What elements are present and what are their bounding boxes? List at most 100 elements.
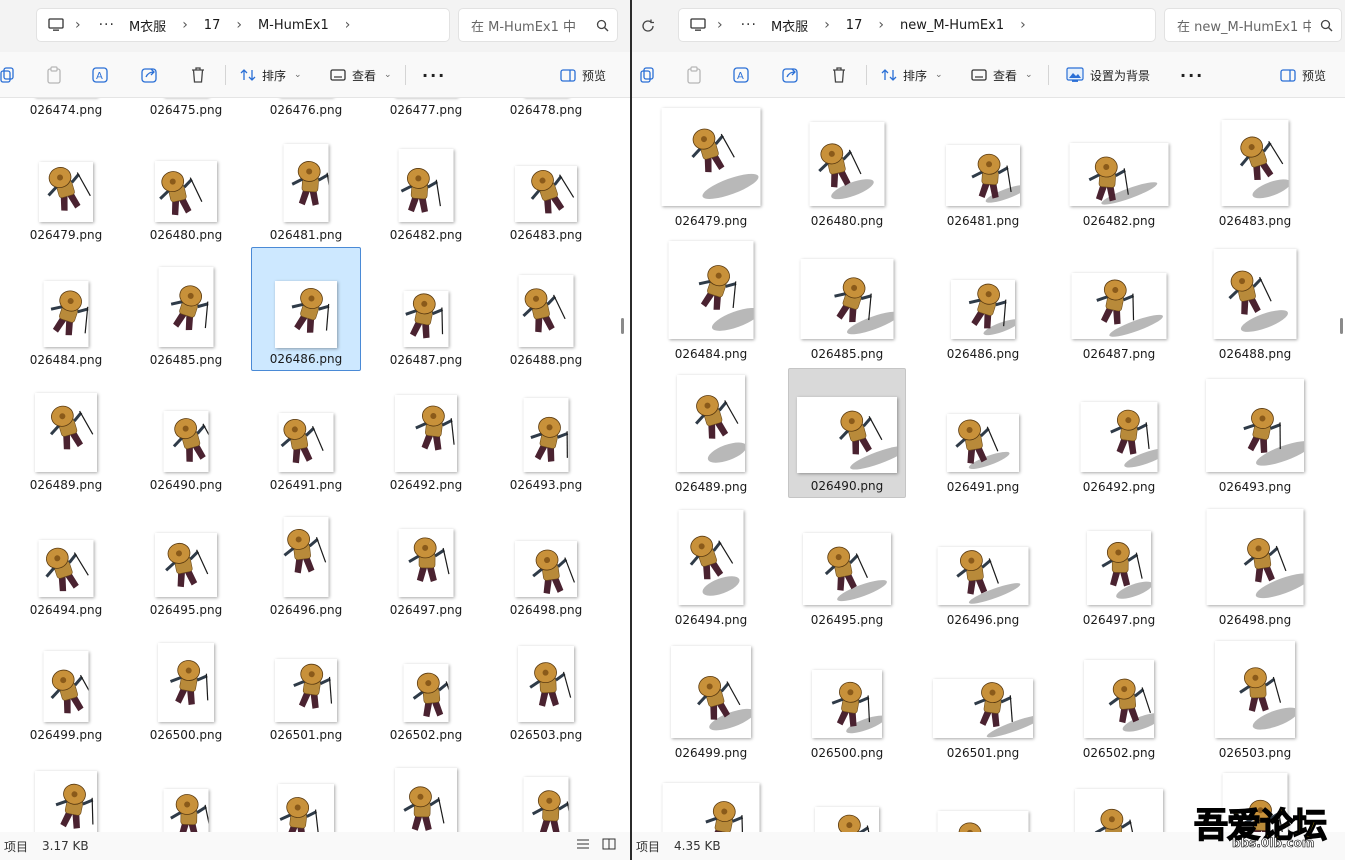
set-as-background-button[interactable]: 设置为背景 [1066,61,1150,89]
file-item[interactable]: 026494.png [652,501,770,631]
search-icon[interactable] [587,19,617,32]
sort-button[interactable]: 排序 ⌄ [240,61,302,89]
file-item[interactable]: 026497.png [1060,501,1178,631]
file-item[interactable]: 026491.png [924,368,1042,498]
more-options-icon[interactable]: ··· [422,61,446,89]
preview-pane-button[interactable]: 预览 [1280,61,1326,89]
file-item[interactable]: 026502.png [1060,634,1178,764]
file-item[interactable]: 026481.png [924,102,1042,232]
file-item[interactable]: 026501.png [924,634,1042,764]
file-item[interactable]: 026482.png [371,122,481,246]
file-item[interactable] [1060,767,1178,832]
file-item[interactable]: 026488.png [491,247,601,371]
file-item[interactable]: 026499.png [652,634,770,764]
file-item[interactable]: 026489.png [11,372,121,496]
file-item[interactable]: 026480.png [131,122,241,246]
file-item[interactable]: 026482.png [1060,102,1178,232]
file-item[interactable]: 026487.png [1060,235,1178,365]
paste-icon[interactable] [686,61,702,89]
chevron-right-icon[interactable]: › [707,17,733,33]
more-locations-icon[interactable]: ··· [91,17,123,33]
file-item[interactable]: 026487.png [371,247,481,371]
file-item[interactable]: 026475.png [131,98,241,121]
chevron-right-icon[interactable]: › [226,17,252,33]
file-item[interactable]: 026486.png [251,247,361,371]
this-pc-icon[interactable] [689,17,707,33]
breadcrumb-parent[interactable]: M衣服 [123,16,172,35]
search-input[interactable]: 在 new_M-HumEx1 中 [1164,8,1342,42]
file-item[interactable] [371,747,481,832]
vertical-scrollbar[interactable] [1340,318,1343,334]
copy-icon[interactable] [640,61,654,89]
file-item[interactable]: 026479.png [11,122,121,246]
this-pc-icon[interactable] [47,17,65,33]
paste-icon[interactable] [46,61,62,89]
file-item[interactable]: 026488.png [1196,235,1314,365]
share-icon[interactable] [782,61,800,89]
file-item[interactable] [251,747,361,832]
file-item[interactable]: 026492.png [1060,368,1178,498]
breadcrumb-current[interactable]: new_M-HumEx1 [894,18,1010,33]
address-bar[interactable]: › ··· M衣服 › 17 › new_M-HumEx1 › [678,8,1156,42]
copy-icon[interactable] [0,61,14,89]
file-item[interactable]: 026485.png [131,247,241,371]
file-item[interactable]: 026477.png [371,98,481,121]
chevron-right-icon[interactable]: › [172,17,198,33]
file-item[interactable]: 026501.png [251,622,361,746]
view-button[interactable]: 查看 ⌄ [330,61,392,89]
breadcrumb-parent[interactable]: M衣服 [765,16,814,35]
file-item[interactable]: 026483.png [491,122,601,246]
address-bar[interactable]: › ··· M衣服 › 17 › M-HumEx1 › [36,8,450,42]
file-item[interactable] [131,747,241,832]
file-item[interactable]: 026495.png [131,497,241,621]
file-item[interactable]: 026496.png [924,501,1042,631]
file-item[interactable]: 026484.png [652,235,770,365]
file-item[interactable]: 026480.png [788,102,906,232]
tiles-view-icon[interactable] [602,838,616,853]
rename-icon[interactable]: A [733,61,751,89]
file-item[interactable] [924,767,1042,832]
file-item[interactable]: 026503.png [1196,634,1314,764]
file-item[interactable]: 026492.png [371,372,481,496]
file-item[interactable]: 026481.png [251,122,361,246]
file-item[interactable]: 026502.png [371,622,481,746]
file-item[interactable]: 026503.png [491,622,601,746]
file-item[interactable]: 026499.png [11,622,121,746]
file-item[interactable]: 026479.png [652,102,770,232]
file-item[interactable]: 026497.png [371,497,481,621]
file-item[interactable]: 026493.png [491,372,601,496]
file-item[interactable]: 026491.png [251,372,361,496]
preview-pane-button[interactable]: 预览 [560,61,606,89]
rename-icon[interactable]: A [92,61,110,89]
refresh-icon[interactable] [636,14,660,38]
breadcrumb-folder[interactable]: 17 [840,18,869,33]
chevron-right-icon[interactable]: › [868,17,894,33]
file-item[interactable]: 026498.png [491,497,601,621]
view-button[interactable]: 查看 ⌄ [971,61,1033,89]
file-item[interactable]: 026474.png [11,98,121,121]
delete-icon[interactable] [831,61,847,89]
file-item[interactable]: 026496.png [251,497,361,621]
file-item[interactable]: 026478.png [491,98,601,121]
search-input[interactable]: 在 M-HumEx1 中 [458,8,618,42]
file-item[interactable]: 026486.png [924,235,1042,365]
file-item[interactable] [652,767,770,832]
chevron-right-icon[interactable]: › [65,17,91,33]
chevron-right-icon[interactable]: › [335,17,361,33]
share-icon[interactable] [141,61,159,89]
delete-icon[interactable] [190,61,206,89]
file-item[interactable]: 026493.png [1196,368,1314,498]
file-item[interactable]: 026498.png [1196,501,1314,631]
file-item[interactable]: 026490.png [788,368,906,498]
chevron-right-icon[interactable]: › [1010,17,1036,33]
search-icon[interactable] [1311,19,1341,32]
file-item[interactable]: 026484.png [11,247,121,371]
file-item[interactable]: 026494.png [11,497,121,621]
file-item[interactable] [11,747,121,832]
file-item[interactable]: 026500.png [788,634,906,764]
file-item[interactable]: 026476.png [251,98,361,121]
vertical-scrollbar[interactable] [621,318,624,334]
chevron-right-icon[interactable]: › [814,17,840,33]
file-item[interactable] [491,747,601,832]
breadcrumb-folder[interactable]: 17 [198,18,227,33]
